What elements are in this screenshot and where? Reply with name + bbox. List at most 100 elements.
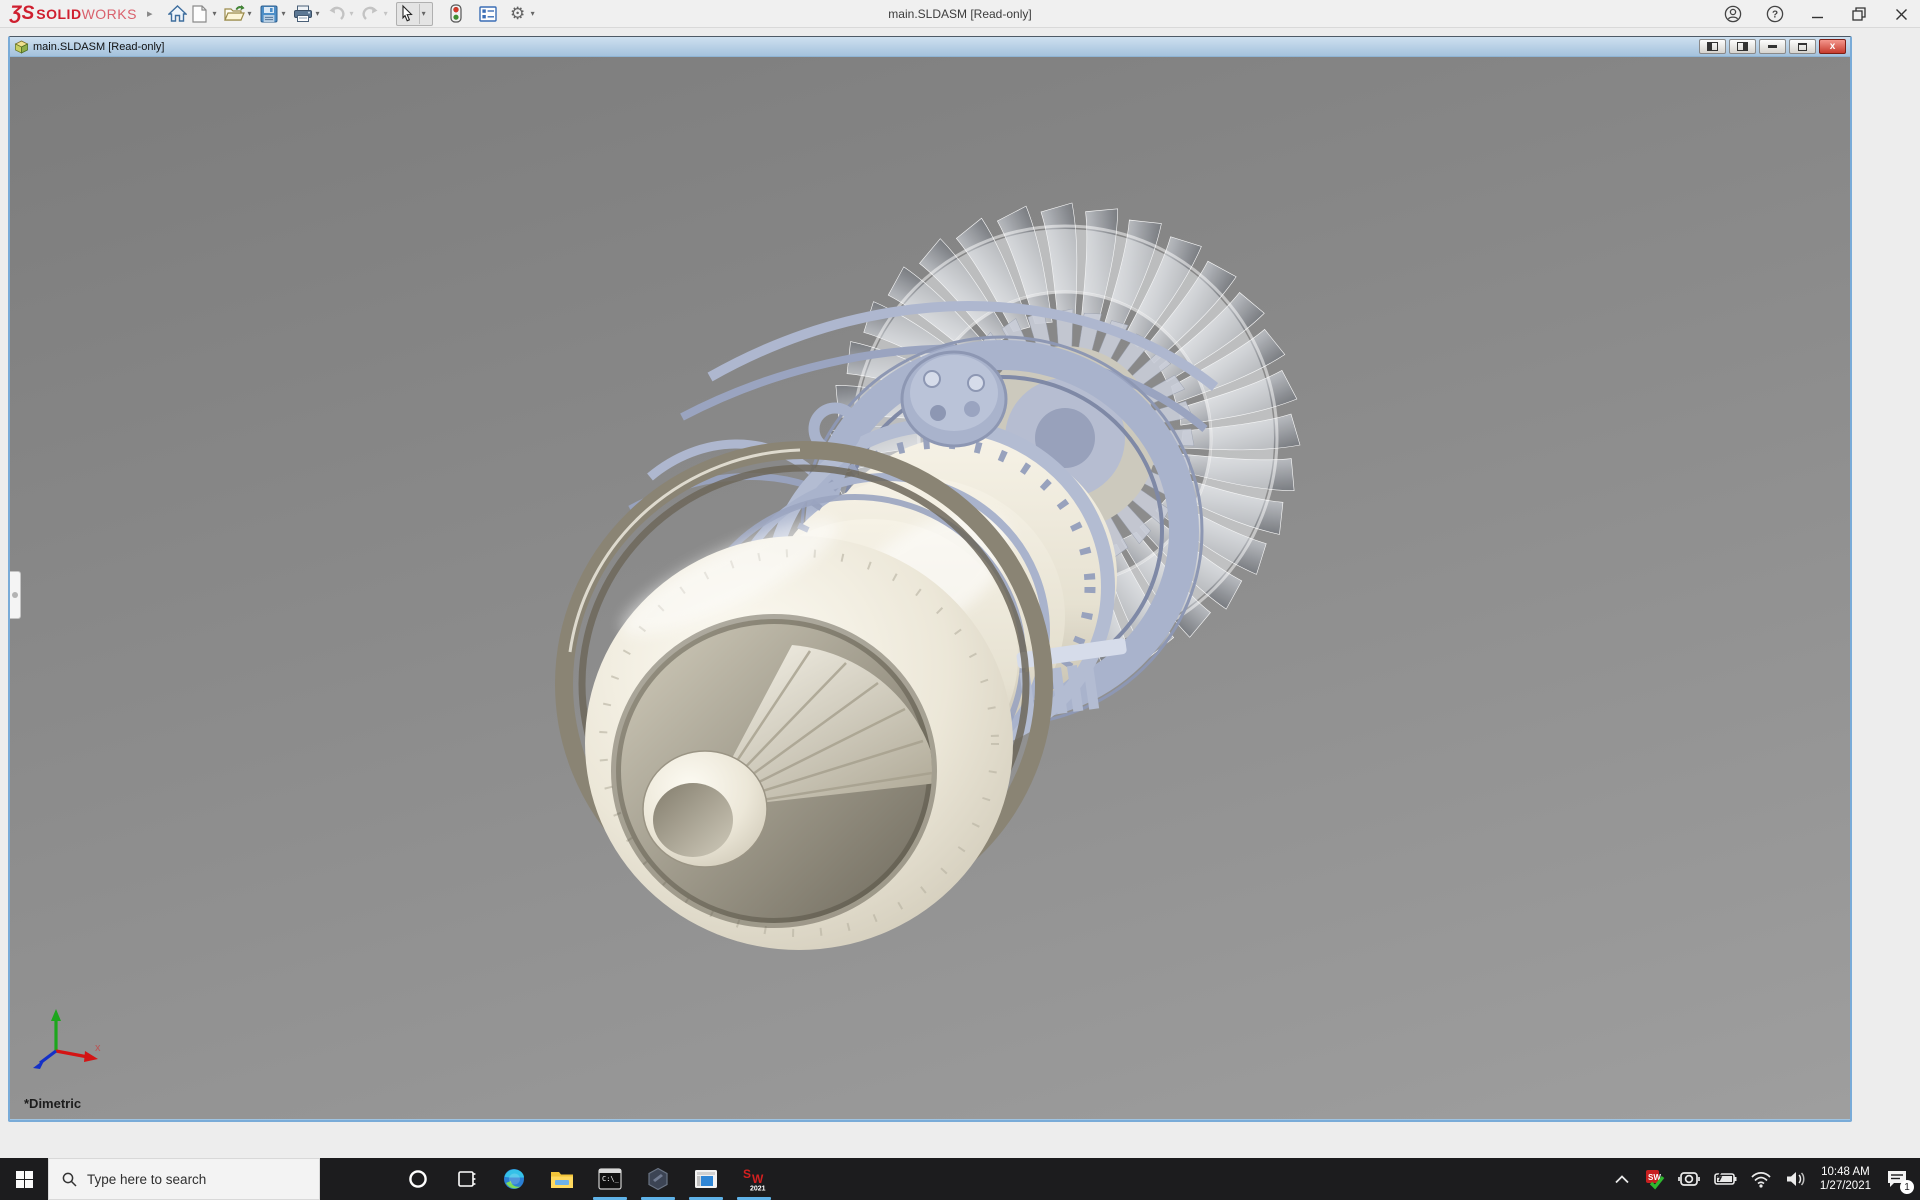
new-document-button[interactable] — [188, 2, 210, 26]
close-icon: x — [1829, 40, 1836, 52]
open-dropdown[interactable]: ▾ — [248, 9, 252, 18]
toolbar-flyout-arrow-icon[interactable]: ▸ — [147, 7, 153, 20]
select-tool-dropdown[interactable]: ▾ — [422, 9, 426, 18]
solidworks-logo-glyph: ƷS — [10, 2, 35, 24]
help-button[interactable]: ? — [1766, 5, 1784, 23]
taskbar-app-command-prompt[interactable]: C:\_ — [586, 1158, 634, 1200]
new-document-icon — [192, 4, 207, 23]
edge-icon — [504, 1169, 524, 1189]
print-button[interactable] — [292, 2, 314, 26]
undo-button[interactable] — [326, 2, 348, 26]
solidworks-logo: ƷS SOLID WORKS — [10, 2, 137, 24]
search-placeholder: Type here to search — [87, 1171, 207, 1187]
document-window: main.SLDASM [Read-only] x x *Dimetric — [8, 36, 1852, 1122]
screen-snip-icon[interactable] — [1677, 1169, 1700, 1189]
system-tray: SW 10:48 AM 1/27/2021 1 — [1614, 1158, 1920, 1200]
jet-engine-model[interactable] — [10, 57, 1850, 1119]
task-view-button[interactable] — [442, 1158, 490, 1200]
document-title-bar[interactable]: main.SLDASM [Read-only] x — [10, 37, 1850, 57]
command-prompt-icon: C:\_ — [598, 1168, 622, 1190]
taskbar-app-hexagon[interactable] — [634, 1158, 682, 1200]
taskbar-app-edge[interactable] — [490, 1158, 538, 1200]
file-explorer-icon — [551, 1172, 573, 1188]
panel-grip-icon — [12, 592, 18, 598]
redo-icon — [362, 6, 378, 20]
minimize-button[interactable] — [1808, 5, 1826, 23]
minimize-icon — [1811, 16, 1823, 18]
taskbar-app-window[interactable] — [682, 1158, 730, 1200]
triad-x-label: x — [95, 1042, 101, 1054]
app-window-icon — [695, 1170, 717, 1188]
graphics-viewport[interactable]: x *Dimetric — [10, 57, 1850, 1119]
doc-close-button[interactable]: x — [1819, 39, 1846, 54]
print-dropdown[interactable]: ▾ — [316, 9, 320, 18]
hidden-icons-chevron-icon[interactable] — [1614, 1174, 1630, 1184]
notification-count-badge: 1 — [1900, 1180, 1914, 1194]
app-title-bar: ƷS SOLID WORKS ▸ ▾ ▾ ▾ ▾ ▾ ▾ ▾ ⚙ ▾ main.… — [0, 0, 1920, 28]
rebuild-traffic-light-icon — [449, 4, 462, 23]
split-right-button[interactable] — [1729, 39, 1756, 54]
svg-text:W: W — [752, 1172, 764, 1186]
svg-text:S: S — [743, 1167, 751, 1181]
file-properties-icon — [478, 5, 497, 22]
taskbar-clock[interactable]: 10:48 AM 1/27/2021 — [1820, 1165, 1871, 1193]
task-view-icon — [458, 1171, 476, 1187]
redo-button[interactable] — [360, 2, 382, 26]
svg-text:?: ? — [1772, 10, 1778, 21]
restore-icon — [1798, 42, 1807, 51]
restore-button[interactable] — [1850, 5, 1868, 23]
quick-access-toolbar: ▾ ▾ ▾ ▾ ▾ ▾ ▾ ⚙ ▾ — [166, 0, 540, 28]
taskbar-app-file-explorer[interactable] — [538, 1158, 586, 1200]
wifi-icon[interactable] — [1750, 1170, 1772, 1188]
view-orientation-label: *Dimetric — [24, 1096, 82, 1111]
document-window-controls: x — [1699, 39, 1846, 54]
app-hexagon-icon — [648, 1167, 668, 1191]
assembly-icon — [14, 40, 29, 54]
split-left-button[interactable] — [1699, 39, 1726, 54]
doc-restore-button[interactable] — [1789, 39, 1816, 54]
minimize-icon — [1768, 45, 1777, 48]
close-icon — [1895, 8, 1907, 20]
split-left-icon — [1707, 42, 1718, 51]
collapsed-panel-tab[interactable] — [10, 571, 21, 619]
split-right-icon — [1737, 42, 1748, 51]
home-icon — [167, 5, 187, 22]
notification-center-button[interactable]: 1 — [1884, 1166, 1914, 1194]
select-tool-button[interactable]: ▾ — [395, 1, 433, 26]
save-button[interactable] — [258, 2, 280, 26]
close-button[interactable] — [1892, 5, 1910, 23]
rebuild-button[interactable] — [445, 2, 467, 26]
taskbar-app-solidworks[interactable]: S W 2021 — [730, 1158, 778, 1200]
taskbar-search-input[interactable]: Type here to search — [48, 1158, 320, 1200]
cortana-button[interactable] — [394, 1158, 442, 1200]
windows-taskbar: Type here to search C:\_ S W 2021 SW 10:… — [0, 1158, 1920, 1200]
orientation-triad: x — [33, 1009, 101, 1069]
windows-start-icon — [15, 1170, 33, 1188]
options-button[interactable]: ⚙ — [507, 2, 529, 26]
select-cursor-icon — [402, 4, 413, 22]
solidworks-monitor-icon[interactable]: SW — [1643, 1168, 1665, 1190]
redo-dropdown[interactable]: ▾ — [384, 9, 388, 18]
doc-minimize-button[interactable] — [1759, 39, 1786, 54]
undo-icon — [329, 6, 345, 20]
home-button[interactable] — [166, 2, 188, 26]
new-document-dropdown[interactable]: ▾ — [212, 9, 216, 18]
clock-date: 1/27/2021 — [1819, 1180, 1871, 1192]
undo-dropdown[interactable]: ▾ — [350, 9, 354, 18]
open-icon — [223, 5, 245, 21]
open-button[interactable] — [223, 2, 246, 26]
file-properties-button[interactable] — [477, 2, 499, 26]
save-dropdown[interactable]: ▾ — [282, 9, 286, 18]
account-icon — [1724, 5, 1742, 23]
app-window-controls: ? — [1724, 0, 1910, 28]
options-dropdown[interactable]: ▾ — [531, 9, 535, 18]
account-button[interactable] — [1724, 5, 1742, 23]
svg-text:C:\_: C:\_ — [602, 1175, 620, 1183]
options-gear-icon: ⚙ — [509, 3, 526, 23]
battery-icon[interactable] — [1713, 1171, 1737, 1187]
start-button[interactable] — [0, 1158, 48, 1200]
help-icon: ? — [1766, 5, 1784, 23]
clock-time: 10:48 AM — [1821, 1166, 1870, 1178]
save-icon — [260, 5, 278, 22]
volume-icon[interactable] — [1785, 1170, 1807, 1188]
